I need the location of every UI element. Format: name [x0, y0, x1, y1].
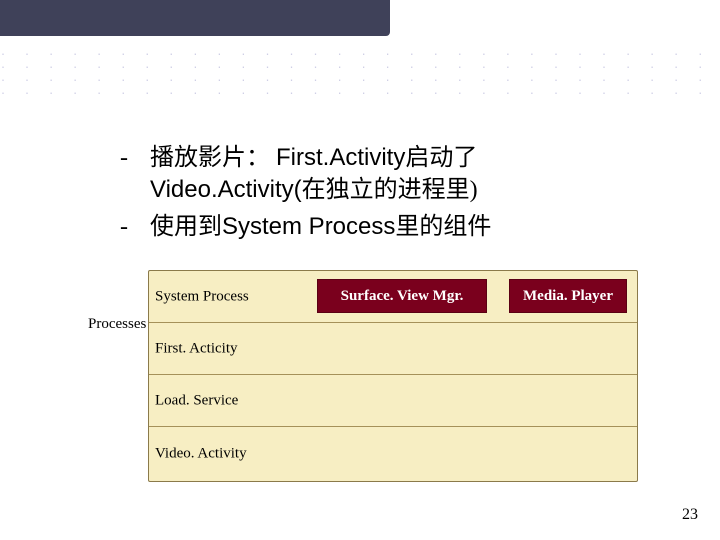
processes-container: System Process Surface. View Mgr. Media.…	[148, 270, 638, 482]
bullet-dash: -	[120, 142, 150, 174]
component-surface-view-mgr: Surface. View Mgr.	[317, 279, 487, 313]
process-row-system: System Process Surface. View Mgr. Media.…	[149, 271, 637, 323]
bullet-1-code1: First.Activity	[276, 144, 405, 171]
bullet-2-pre: 使用到	[150, 214, 222, 240]
component-media-player: Media. Player	[509, 279, 627, 313]
bullet-1-line2-tail: 在独立的进程里)	[302, 177, 478, 203]
process-label-system: System Process	[155, 288, 249, 305]
bullet-2-bold: System Process	[222, 213, 395, 240]
process-row-video-activity: Video. Activity	[149, 427, 637, 481]
process-row-first-activity: First. Acticity	[149, 323, 637, 375]
header-ribbon	[0, 0, 390, 36]
processes-axis-label: Processes	[88, 316, 146, 333]
bullet-1: - 播放影片： First.Activity启动了 Video.Activity…	[120, 142, 680, 207]
process-label-load-service: Load. Service	[155, 392, 238, 409]
bullet-dash: -	[120, 211, 150, 243]
bullet-1-line2-code: Video.Activity(	[150, 176, 302, 203]
process-row-load-service: Load. Service	[149, 375, 637, 427]
bullet-1-mid: 启动了	[405, 145, 477, 171]
bullet-2: - 使用到System Process里的组件	[120, 211, 680, 243]
process-diagram: Processes System Process Surface. View M…	[88, 270, 648, 482]
bullet-1-part1: 播放影片：	[150, 145, 276, 171]
bullet-2-tail: 里的组件	[395, 214, 491, 240]
process-label-first-activity: First. Acticity	[155, 340, 238, 357]
bullet-list: - 播放影片： First.Activity启动了 Video.Activity…	[120, 142, 680, 247]
process-label-video-activity: Video. Activity	[155, 446, 247, 463]
page-number: 23	[682, 506, 698, 524]
decorative-dots: . . . . . . . . . . . . . . . . . . . . …	[0, 46, 720, 106]
